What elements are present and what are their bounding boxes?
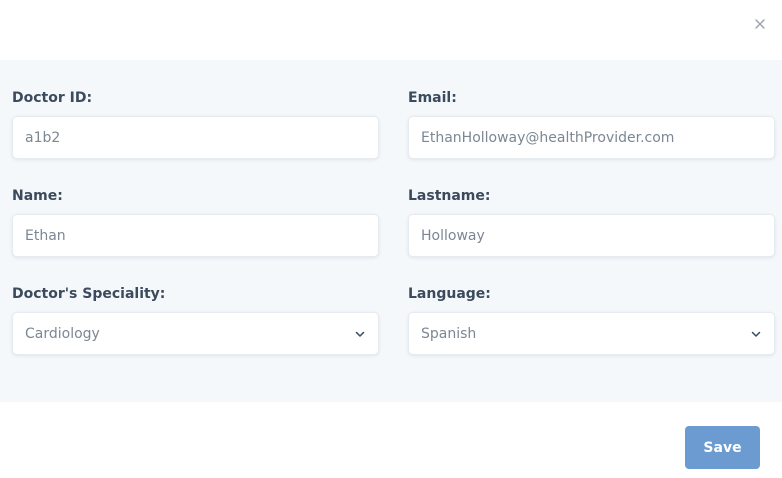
email-input[interactable]: EthanHolloway@healthProvider.com	[408, 116, 775, 159]
doctor-id-label: Doctor ID:	[12, 90, 93, 106]
language-label: Language:	[408, 286, 491, 302]
close-button[interactable]	[750, 13, 770, 35]
speciality-select[interactable]: Cardiology	[12, 312, 379, 355]
name-value: Ethan	[25, 227, 66, 244]
name-field: Name: Ethan	[12, 187, 379, 257]
lastname-input[interactable]: Holloway	[408, 214, 775, 257]
speciality-selected-value: Cardiology	[25, 325, 100, 342]
doctor-id-value: a1b2	[25, 129, 61, 146]
close-icon	[755, 19, 765, 29]
language-select[interactable]: Spanish	[408, 312, 775, 355]
edit-doctor-modal: Doctor ID: a1b2 Email: EthanHolloway@hea…	[0, 0, 782, 478]
chevron-down-icon	[354, 328, 366, 340]
language-selected-value: Spanish	[421, 325, 477, 342]
lastname-label: Lastname:	[408, 188, 491, 204]
modal-body: Doctor ID: a1b2 Email: EthanHolloway@hea…	[0, 60, 782, 402]
email-label: Email:	[408, 90, 457, 106]
doctor-id-field: Doctor ID: a1b2	[12, 89, 379, 159]
email-value: EthanHolloway@healthProvider.com	[421, 129, 675, 146]
chevron-down-icon	[750, 328, 762, 340]
save-button[interactable]: Save	[685, 426, 760, 469]
speciality-label: Doctor's Speciality:	[12, 286, 166, 302]
modal-header	[0, 0, 782, 60]
name-input[interactable]: Ethan	[12, 214, 379, 257]
lastname-value: Holloway	[421, 227, 485, 244]
language-field: Language: Spanish	[408, 285, 775, 355]
lastname-field: Lastname: Holloway	[408, 187, 775, 257]
doctor-id-input[interactable]: a1b2	[12, 116, 379, 159]
email-field: Email: EthanHolloway@healthProvider.com	[408, 89, 775, 159]
speciality-field: Doctor's Speciality: Cardiology	[12, 285, 379, 355]
name-label: Name:	[12, 188, 63, 204]
